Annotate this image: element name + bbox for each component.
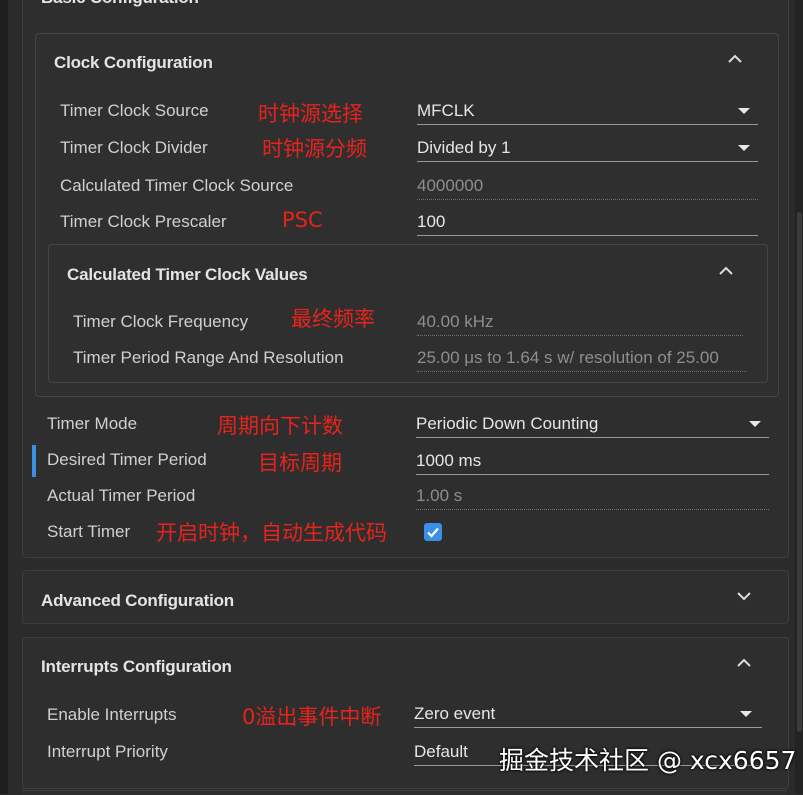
timer-clock-source-label: Timer Clock Source <box>60 101 209 120</box>
timer-clock-prescaler-input[interactable]: 100 <box>417 209 758 236</box>
basic-configuration-title[interactable]: Basic Configuration <box>41 0 199 8</box>
desired-timer-period-value: 1000 ms <box>416 451 482 470</box>
chevron-up-icon[interactable] <box>735 654 753 672</box>
calculated-clock-values-title[interactable]: Calculated Timer Clock Values <box>67 265 308 285</box>
timer-clock-frequency-value: 40.00 kHz <box>417 312 494 331</box>
timer-period-range-label: Timer Period Range And Resolution <box>73 348 344 367</box>
calculated-clock-source-field: 4000000 <box>417 173 758 200</box>
interrupts-configuration-title[interactable]: Interrupts Configuration <box>41 657 232 677</box>
watermark-text: 掘金技术社区 @ xcx6657 <box>499 746 797 775</box>
chevron-up-icon[interactable] <box>717 262 735 280</box>
annotation-interrupts: 0溢出事件中断 <box>242 705 382 729</box>
chevron-down-icon[interactable] <box>735 587 753 605</box>
annotation-clock-source: 时钟源选择 <box>258 102 363 126</box>
timer-mode-label: Timer Mode <box>47 414 138 433</box>
annotation-prescaler: PSC <box>282 208 323 232</box>
interrupt-priority-label: Interrupt Priority <box>47 742 168 761</box>
timer-clock-divider-label: Timer Clock Divider <box>60 138 208 157</box>
timer-clock-frequency-label: Timer Clock Frequency <box>73 312 249 331</box>
start-timer-checkbox[interactable] <box>424 523 442 541</box>
annotation-frequency: 最终频率 <box>291 307 375 331</box>
dropdown-caret-icon <box>738 145 750 151</box>
timer-clock-source-select[interactable]: MFCLK <box>417 98 758 125</box>
left-gutter <box>0 0 8 794</box>
actual-timer-period-field: 1.00 s <box>416 483 769 510</box>
timer-mode-select[interactable]: Periodic Down Counting <box>416 411 769 438</box>
calculated-clock-source-value: 4000000 <box>417 176 484 195</box>
enable-interrupts-select[interactable]: Zero event <box>414 701 762 728</box>
timer-clock-divider-value: Divided by 1 <box>417 138 511 157</box>
clock-configuration-title[interactable]: Clock Configuration <box>54 53 213 73</box>
enable-interrupts-value: Zero event <box>414 704 496 723</box>
annotation-desired-period: 目标周期 <box>258 451 342 475</box>
actual-timer-period-value: 1.00 s <box>416 486 463 505</box>
desired-timer-period-label: Desired Timer Period <box>47 450 207 469</box>
scrollbar-thumb[interactable] <box>797 212 802 732</box>
timer-mode-value: Periodic Down Counting <box>416 414 599 433</box>
next-panel-edge <box>22 790 787 795</box>
timer-clock-prescaler-label: Timer Clock Prescaler <box>60 212 227 231</box>
start-timer-label: Start Timer <box>47 522 131 541</box>
dropdown-caret-icon <box>738 108 750 114</box>
calculated-clock-source-label: Calculated Timer Clock Source <box>60 176 294 195</box>
timer-clock-frequency-field: 40.00 kHz <box>417 309 743 336</box>
timer-clock-source-value: MFCLK <box>417 101 475 120</box>
dropdown-caret-icon <box>740 711 752 717</box>
annotation-timer-mode: 周期向下计数 <box>217 414 343 438</box>
dropdown-caret-icon <box>749 421 761 427</box>
annotation-clock-divider: 时钟源分频 <box>262 137 367 161</box>
checkmark-icon <box>427 527 439 538</box>
timer-clock-prescaler-value: 100 <box>417 212 446 231</box>
timer-period-range-field: 25.00 μs to 1.64 s w/ resolution of 25.0… <box>417 345 747 372</box>
timer-clock-divider-select[interactable]: Divided by 1 <box>417 135 758 162</box>
advanced-configuration-title[interactable]: Advanced Configuration <box>41 591 234 611</box>
active-field-indicator <box>32 445 36 477</box>
annotation-start-timer: 开启时钟，自动生成代码 <box>156 521 387 545</box>
actual-timer-period-label: Actual Timer Period <box>47 486 196 505</box>
enable-interrupts-label: Enable Interrupts <box>47 705 177 724</box>
timer-period-range-value: 25.00 μs to 1.64 s w/ resolution of 25.0… <box>417 348 719 367</box>
desired-timer-period-input[interactable]: 1000 ms <box>416 448 769 475</box>
chevron-up-icon[interactable] <box>726 50 744 68</box>
